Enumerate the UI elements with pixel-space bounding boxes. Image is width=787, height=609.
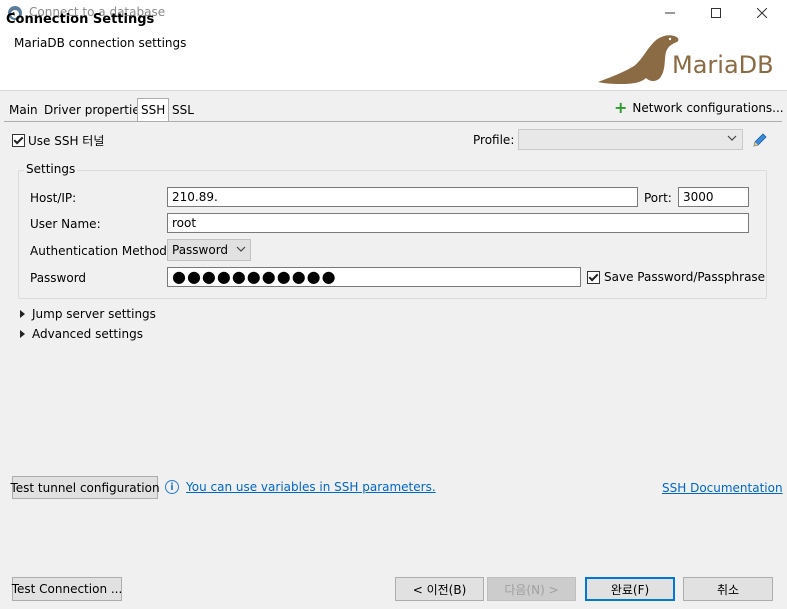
test-connection-button[interactable]: Test Connection ... <box>12 577 122 601</box>
use-ssh-label: Use SSH 터널 <box>28 134 105 148</box>
password-input[interactable]: ●●●●●●●●●●● <box>167 267 581 287</box>
expand-arrow-icon <box>20 310 25 318</box>
advanced-settings-expander[interactable]: Advanced settings <box>20 327 143 341</box>
maximize-button[interactable] <box>693 0 739 26</box>
edit-pencil-icon[interactable] <box>751 131 769 149</box>
ssh-variables-link[interactable]: You can use variables in SSH parameters. <box>186 480 436 494</box>
checkbox-checked-icon <box>12 134 25 147</box>
ssh-documentation-link[interactable]: SSH Documentation <box>662 481 783 495</box>
use-ssh-checkbox[interactable]: Use SSH 터널 <box>12 132 104 149</box>
tab-ssl[interactable]: SSL <box>169 100 197 120</box>
tab-main[interactable]: Main <box>6 100 41 120</box>
auth-method-select[interactable]: Password <box>167 239 251 261</box>
next-button[interactable]: 다음(N) > <box>487 577 576 601</box>
settings-legend: Settings <box>24 162 78 176</box>
jump-server-settings-label: Jump server settings <box>32 307 156 321</box>
profile-label: Profile: <box>473 133 515 147</box>
minimize-icon <box>665 12 675 14</box>
network-configurations-link[interactable]: + Network configurations... <box>614 98 784 117</box>
chevron-down-icon <box>727 135 737 141</box>
host-label: Host/IP: <box>30 191 77 205</box>
cancel-button[interactable]: 취소 <box>683 577 773 601</box>
page-title: Connection Settings <box>6 12 155 27</box>
password-mask: ●●●●●●●●●●● <box>172 267 337 286</box>
plus-icon: + <box>614 98 628 117</box>
port-label: Port: <box>644 191 672 205</box>
close-icon <box>757 8 767 18</box>
save-password-checkbox[interactable]: Save Password/Passphrase <box>587 270 765 284</box>
save-password-label: Save Password/Passphrase <box>604 270 766 284</box>
close-button[interactable] <box>739 0 785 26</box>
page-subtitle: MariaDB connection settings <box>14 36 187 50</box>
info-icon: i <box>165 480 179 494</box>
jump-server-settings-expander[interactable]: Jump server settings <box>20 307 156 321</box>
auth-method-label: Authentication Method: <box>30 244 171 258</box>
test-tunnel-button[interactable]: Test tunnel configuration <box>10 476 160 499</box>
auth-method-value: Password <box>172 243 229 257</box>
advanced-settings-label: Advanced settings <box>32 327 143 341</box>
finish-button[interactable]: 완료(F) <box>585 577 675 601</box>
expand-arrow-icon <box>20 330 25 338</box>
password-label: Password <box>30 271 87 285</box>
minimize-button[interactable] <box>647 0 693 26</box>
port-input[interactable]: 3000 <box>678 187 749 207</box>
tab-ssh[interactable]: SSH <box>137 98 170 121</box>
user-name-label: User Name: <box>30 217 101 231</box>
back-button[interactable]: < 이전(B) <box>395 577 484 601</box>
mariadb-logo-text: MariaDB <box>672 51 774 79</box>
tab-divider <box>4 121 782 122</box>
host-input[interactable]: 210.89. <box>167 187 638 207</box>
maximize-icon <box>711 8 721 18</box>
user-name-input[interactable]: root <box>167 213 749 233</box>
profile-select[interactable] <box>518 129 743 150</box>
chevron-down-icon <box>236 246 246 252</box>
checkbox-checked-icon <box>587 270 600 284</box>
tab-driver-properties[interactable]: Driver properties <box>41 100 149 120</box>
network-configurations-label: Network configurations... <box>632 101 784 115</box>
